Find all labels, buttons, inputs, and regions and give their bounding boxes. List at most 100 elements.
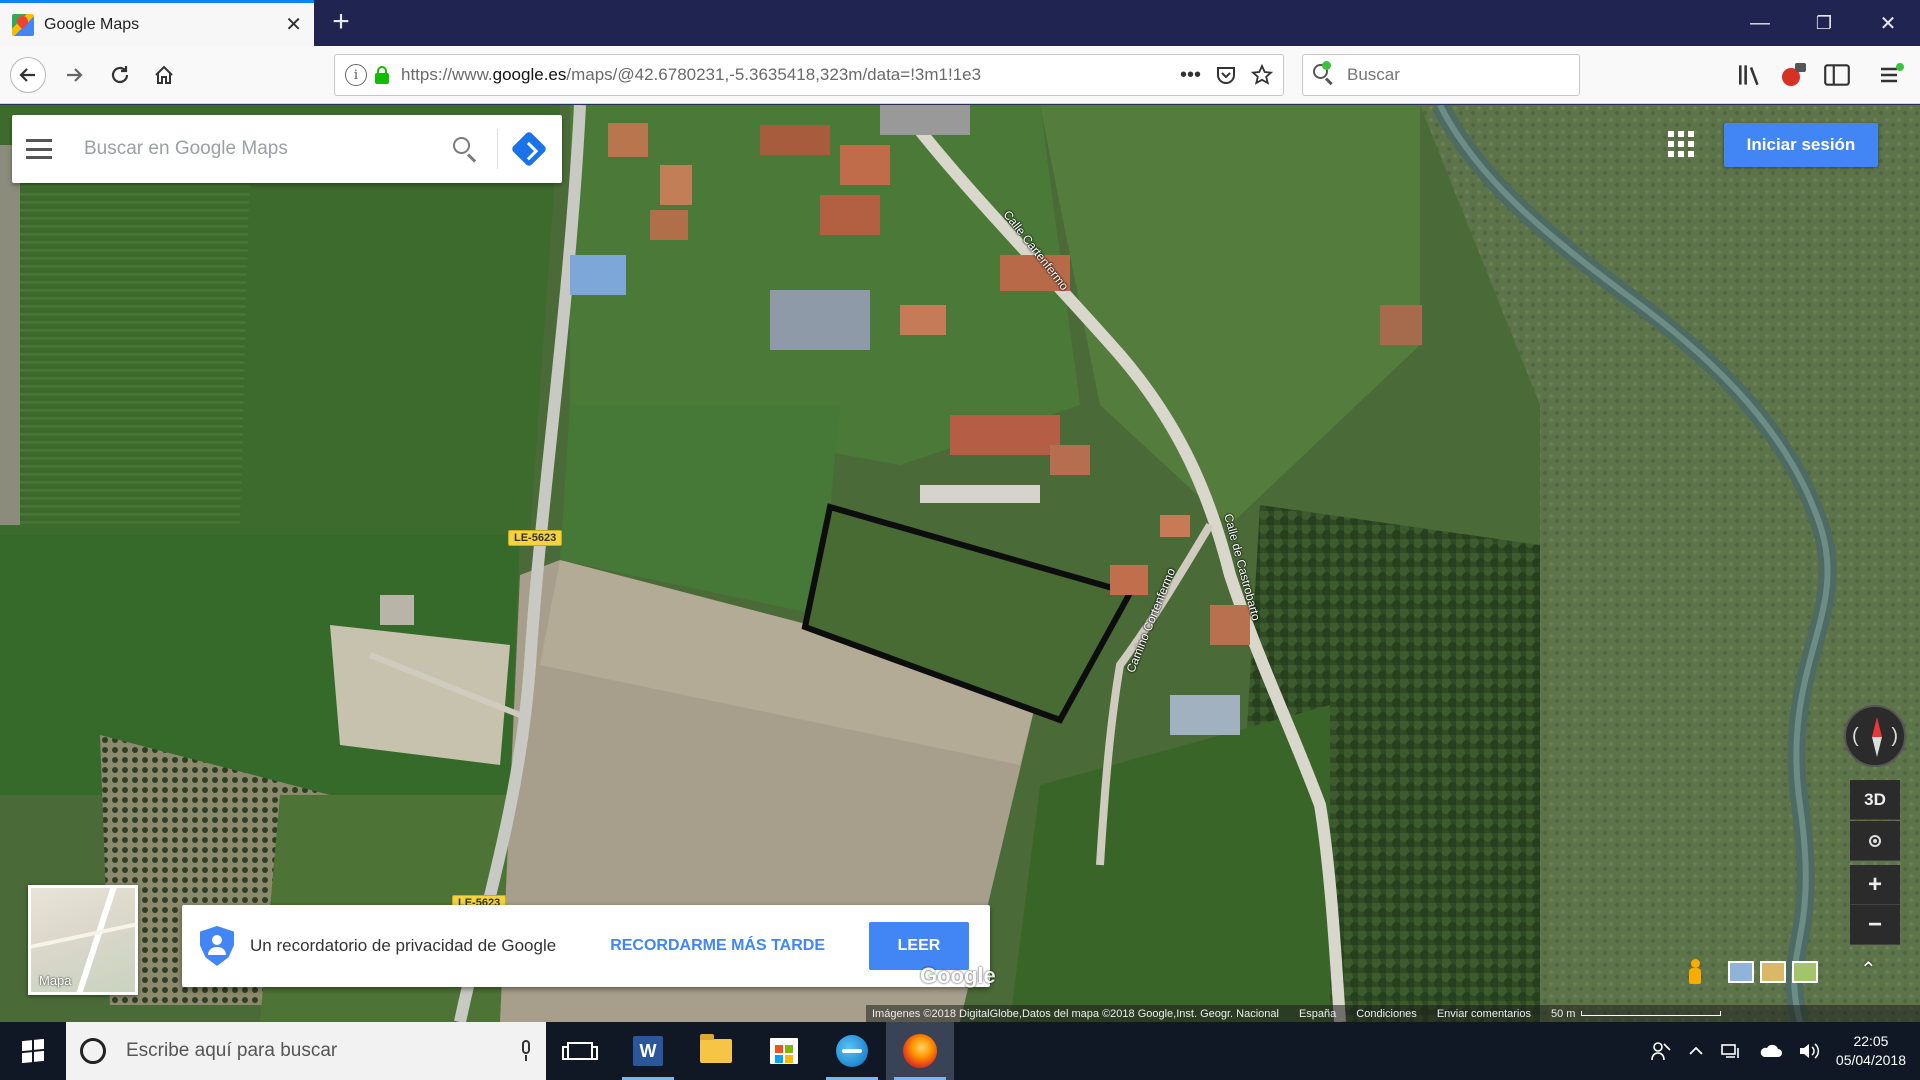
taskbar-firefox[interactable]: [886, 1022, 954, 1080]
maps-search-box: [12, 115, 562, 183]
compass-icon[interactable]: (): [1844, 705, 1906, 767]
onedrive-cloud-icon[interactable]: [1758, 1043, 1782, 1059]
url-prefix: https://www.: [401, 65, 493, 84]
forward-button[interactable]: [56, 57, 92, 93]
extension-icon: [1782, 63, 1806, 86]
3d-toggle-button[interactable]: 3D: [1850, 780, 1900, 820]
back-button[interactable]: [10, 57, 46, 93]
taskbar-search-input[interactable]: [124, 1039, 520, 1063]
edge-icon: [836, 1035, 868, 1067]
search-icon: [1313, 61, 1335, 86]
scale-bar: [1581, 1011, 1722, 1016]
road-badge-le5623: LE-5623: [508, 530, 563, 546]
windows-logo-icon: [22, 1038, 44, 1064]
google-watermark: Google: [920, 963, 996, 988]
url-path: /maps/@42.6780231,-5.3635418,323m/data=!…: [566, 65, 982, 84]
clock-time: 22:05: [1853, 1033, 1889, 1049]
clock-date: 05/04/2018: [1835, 1052, 1906, 1068]
location-icon: [1869, 834, 1881, 847]
maps-search-input[interactable]: [82, 137, 451, 161]
zoom-out-button[interactable]: −: [1850, 905, 1900, 945]
tab-title: Google Maps: [44, 15, 140, 33]
privacy-message: Un recordatorio de privacidad de Google: [250, 936, 557, 955]
taskbar-word[interactable]: W: [614, 1022, 682, 1080]
home-button[interactable]: [146, 57, 182, 93]
scale-label: 50 m: [1550, 1007, 1576, 1020]
map-scale[interactable]: 50 m: [1550, 1007, 1722, 1020]
map-attribution-bar: Imágenes ©2018 DigitalGlobe,Datos del ma…: [866, 1005, 1920, 1022]
taskbar-edge[interactable]: [818, 1022, 886, 1080]
satellite-imagery: [0, 105, 1920, 1022]
arrow-right-icon: [67, 68, 83, 82]
task-view-button[interactable]: [546, 1022, 614, 1080]
expand-icon[interactable]: ⌃: [1860, 957, 1877, 982]
remind-later-button[interactable]: RECORDARME MÁS TARDE: [604, 936, 831, 956]
google-maps-favicon-icon: [12, 13, 34, 36]
new-tab-button[interactable]: +: [324, 6, 358, 40]
lock-icon: [375, 66, 389, 84]
search-icon[interactable]: [451, 135, 479, 163]
country-link[interactable]: España: [1299, 1008, 1336, 1020]
maps-menu-icon[interactable]: [26, 139, 52, 159]
browser-tab-bar: Google Maps ✕ + — ❐ ✕: [0, 0, 1920, 46]
arrow-left-icon: [19, 68, 35, 82]
layer-thumb-transit[interactable]: [1728, 961, 1754, 983]
layer-thumb-traffic[interactable]: [1760, 961, 1786, 983]
extension-badge-icon[interactable]: [1778, 60, 1808, 90]
hamburger-icon: [1881, 63, 1904, 83]
taskbar-clock[interactable]: 22:05 05/04/2018: [1836, 1032, 1906, 1070]
search-divider: [497, 129, 498, 169]
sign-in-button[interactable]: Iniciar sesión: [1724, 123, 1878, 167]
page-actions-menu-icon[interactable]: •••: [1180, 64, 1201, 87]
task-view-icon: [562, 1042, 598, 1060]
minimize-button[interactable]: —: [1728, 0, 1792, 46]
people-icon[interactable]: [1650, 1040, 1672, 1062]
cortana-icon: [80, 1038, 106, 1064]
map-type-toggle[interactable]: Mapa: [28, 885, 138, 995]
imagery-credits: Imágenes ©2018 DigitalGlobe,Datos del ma…: [872, 1007, 1279, 1020]
terms-link[interactable]: Condiciones: [1356, 1008, 1417, 1020]
bookmark-star-icon[interactable]: [1251, 64, 1273, 86]
google-apps-grid-icon[interactable]: [1668, 131, 1694, 157]
browser-search-input[interactable]: [1345, 64, 1565, 86]
system-tray: 22:05 05/04/2018: [1650, 1022, 1920, 1080]
taskbar-file-explorer[interactable]: [682, 1022, 750, 1080]
menu-hamburger-icon[interactable]: [1876, 60, 1906, 90]
store-icon: [770, 1038, 798, 1064]
zoom-in-button[interactable]: +: [1850, 865, 1900, 905]
taskbar-store[interactable]: [750, 1022, 818, 1080]
close-window-button[interactable]: ✕: [1856, 0, 1920, 46]
restore-button[interactable]: ❐: [1792, 0, 1856, 46]
browser-search-bar[interactable]: [1302, 54, 1580, 96]
directions-icon[interactable]: [510, 130, 548, 168]
reload-button[interactable]: [102, 57, 138, 93]
chevron-up-icon[interactable]: [1688, 1043, 1704, 1059]
windows-taskbar: W 22:05 05/04/2018: [0, 1022, 1920, 1080]
volume-icon[interactable]: [1798, 1042, 1820, 1060]
site-info-icon[interactable]: i: [345, 64, 367, 86]
feedback-link[interactable]: Enviar comentarios: [1437, 1008, 1531, 1020]
map-canvas[interactable]: Iniciar sesión LE-5623 LE-5623 Calle Car…: [0, 105, 1920, 1022]
sidebar-icon[interactable]: [1822, 60, 1852, 90]
microphone-icon[interactable]: [520, 1040, 532, 1062]
privacy-shield-icon: [200, 926, 234, 966]
folder-icon: [700, 1034, 732, 1063]
url-text[interactable]: https://www.google.es/maps/@42.6780231,-…: [401, 65, 1166, 85]
map-layers-bar: [1688, 953, 1856, 991]
privacy-reminder-banner: Un recordatorio de privacidad de Google …: [182, 905, 990, 987]
map-type-label: Mapa: [39, 973, 72, 988]
reload-icon: [111, 66, 129, 84]
library-icon[interactable]: [1736, 60, 1766, 90]
url-bar[interactable]: i https://www.google.es/maps/@42.6780231…: [334, 54, 1284, 96]
firefox-icon: [903, 1034, 937, 1068]
browser-nav-bar: i https://www.google.es/maps/@42.6780231…: [0, 46, 1920, 104]
taskbar-search-box[interactable]: [66, 1022, 546, 1080]
tab-close-icon[interactable]: ✕: [285, 12, 302, 37]
layer-thumb-terrain[interactable]: [1792, 961, 1818, 983]
start-button[interactable]: [0, 1022, 66, 1080]
pocket-icon[interactable]: [1215, 64, 1237, 86]
tab-google-maps[interactable]: Google Maps ✕: [0, 0, 314, 46]
network-icon[interactable]: [1720, 1042, 1742, 1060]
my-location-button[interactable]: [1850, 821, 1900, 861]
pegman-icon[interactable]: [1688, 959, 1702, 985]
